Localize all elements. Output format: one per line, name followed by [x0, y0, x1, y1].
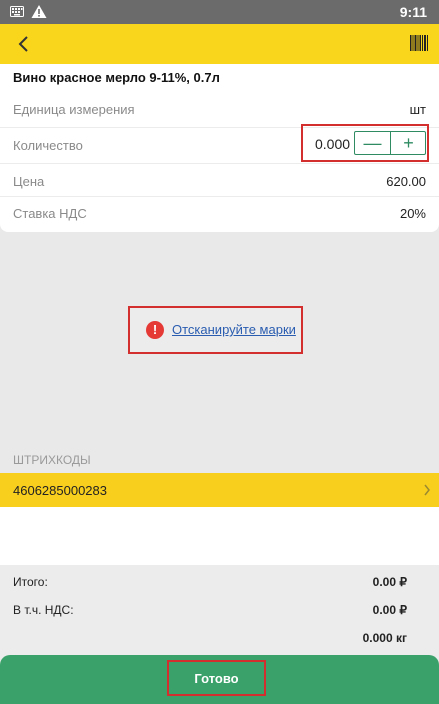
vat-total-value: 0.00 ₽: [372, 603, 407, 617]
done-button-highlight: Готово: [167, 660, 266, 696]
unit-value: шт: [409, 102, 426, 117]
quantity-stepper: — +: [354, 131, 426, 155]
unit-label: Единица измерения: [13, 102, 135, 117]
product-title: Вино красное мерло 9-11%, 0.7л: [13, 70, 220, 85]
quantity-highlight: 0.000 — +: [301, 124, 429, 162]
decrement-button[interactable]: —: [355, 132, 391, 154]
totals-panel: Итого: 0.00 ₽ В т.ч. НДС: 0.00 ₽ 0.000 к…: [0, 565, 439, 659]
barcodes-header: ШТРИХКОДЫ: [13, 453, 91, 467]
vat-value: 20%: [399, 206, 426, 221]
vat-row: Ставка НДС 20%: [0, 196, 439, 232]
clock: 9:11: [399, 4, 427, 20]
barcode-list-item[interactable]: 4606285000283: [0, 473, 439, 507]
vat-total-label: В т.ч. НДС:: [13, 603, 74, 617]
unit-row: Единица измерения шт: [0, 92, 439, 128]
price-value: 620.00: [386, 174, 426, 189]
barcode-icon[interactable]: [409, 33, 429, 53]
keyboard-icon: [10, 6, 24, 17]
barcode-list-empty-area: [0, 507, 439, 565]
price-label: Цена: [13, 174, 45, 189]
done-button[interactable]: Готово: [169, 671, 264, 686]
product-card: Вино красное мерло 9-11%, 0.7л Единица и…: [0, 64, 439, 232]
barcode-value: 4606285000283: [13, 483, 107, 498]
scan-marks-highlight: ! Отсканируйте марки: [128, 306, 303, 354]
chevron-right-icon: [424, 484, 430, 496]
warning-icon: [31, 5, 47, 18]
app-bar: [0, 24, 439, 64]
price-row: Цена 620.00: [0, 164, 439, 200]
total-value: 0.00 ₽: [372, 575, 407, 589]
quantity-value[interactable]: 0.000: [315, 136, 350, 152]
quantity-label: Количество: [13, 138, 83, 153]
total-label: Итого:: [13, 575, 48, 589]
arrow-left-icon[interactable]: [12, 32, 36, 56]
weight-total-value: 0.000 кг: [362, 631, 407, 645]
error-icon: !: [146, 321, 164, 339]
increment-button[interactable]: +: [391, 132, 426, 154]
scan-marks-link[interactable]: Отсканируйте марки: [172, 322, 296, 337]
vat-label: Ставка НДС: [13, 206, 87, 221]
status-bar: 9:11: [0, 0, 439, 24]
